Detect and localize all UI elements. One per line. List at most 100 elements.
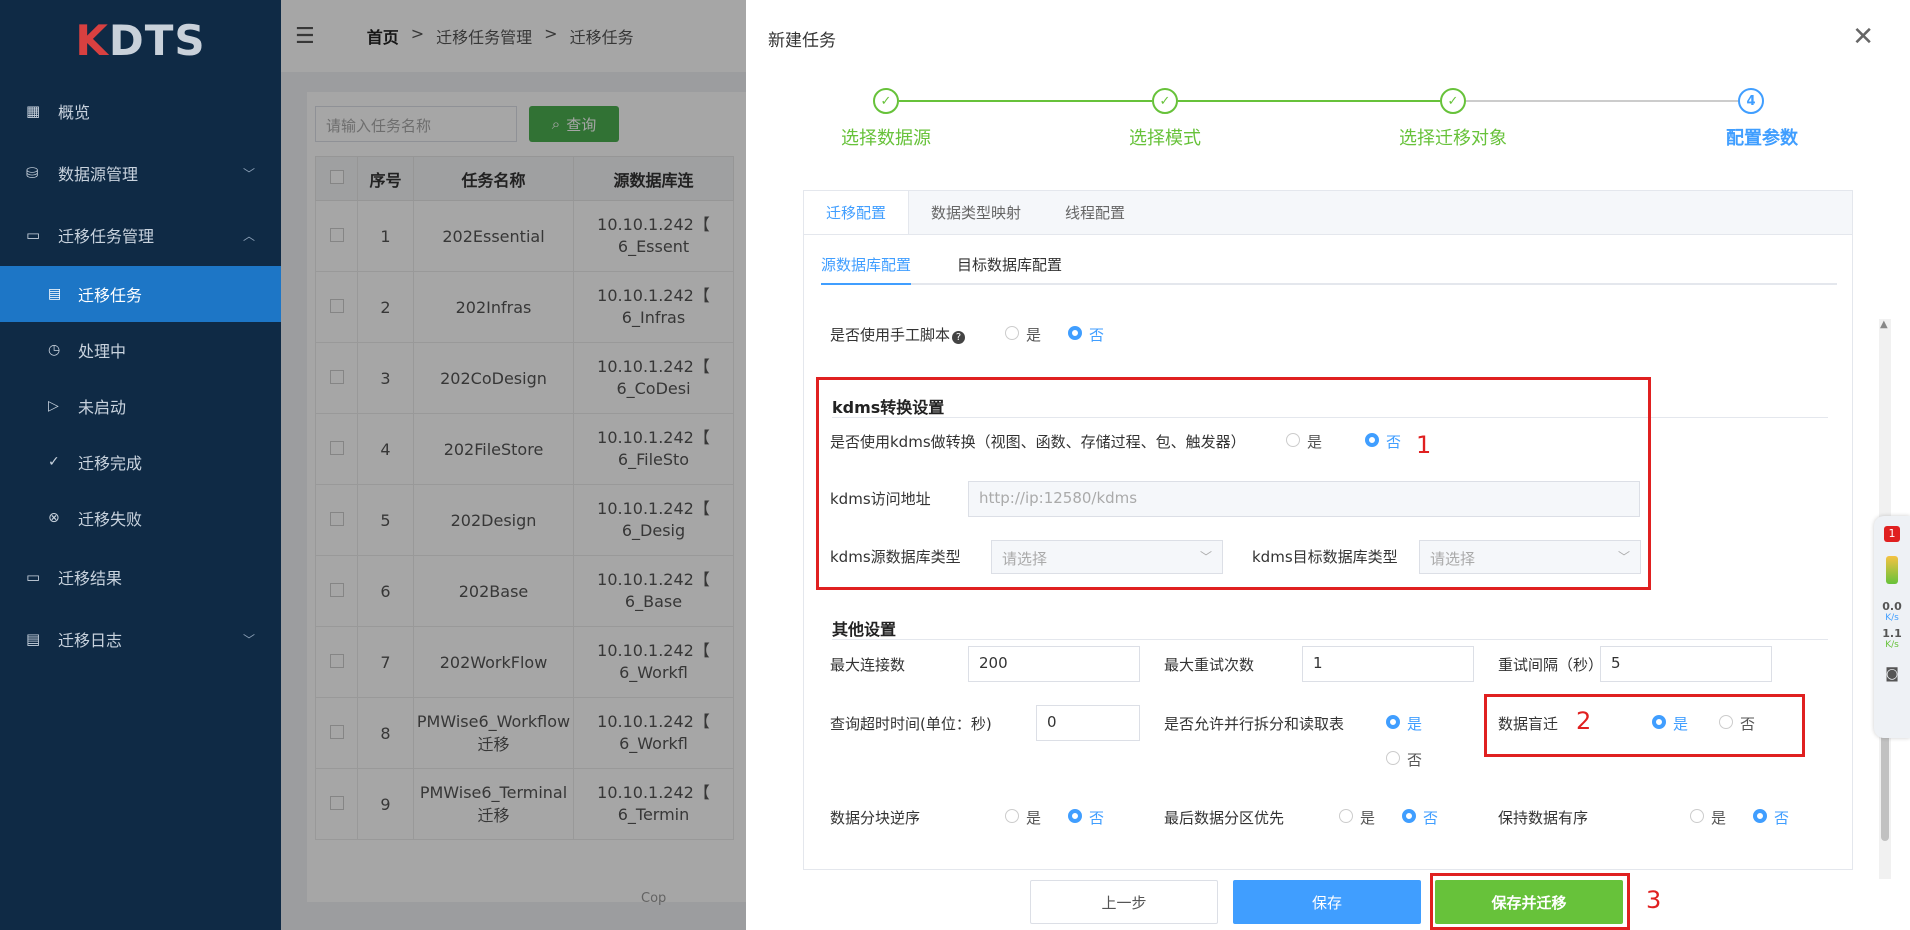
download-speed: 1.1 bbox=[1882, 627, 1902, 640]
parallel-label: 是否允许并行拆分和读取表 bbox=[1164, 715, 1345, 733]
radio-label: 否 bbox=[1407, 751, 1423, 769]
radio-label: 否 bbox=[1774, 809, 1790, 827]
gauge-icon bbox=[1886, 556, 1898, 584]
sidebar-item-task-mgmt[interactable]: ▭ 迁移任务管理 ︿ bbox=[0, 204, 281, 266]
check-icon: ✓ bbox=[873, 88, 899, 114]
max-conn-input[interactable]: 200 bbox=[968, 646, 1140, 682]
sidebar-item-logs[interactable]: ▤ 迁移日志 ﹀ bbox=[0, 608, 281, 670]
drawer-footer: 上一步 保存 保存并迁移 3 bbox=[746, 872, 1910, 930]
annotation-box-1 bbox=[816, 377, 1651, 590]
chevron-down-icon: ﹀ bbox=[242, 632, 255, 647]
manual-script-label: 是否使用手工脚本? bbox=[830, 324, 966, 345]
config-tabs: 迁移配置 数据类型映射 线程配置 源数据库配置 目标数据库配置 ▲ 是否使用手工… bbox=[803, 190, 1891, 879]
help-icon[interactable]: ? bbox=[952, 331, 966, 344]
radio-label: 否 bbox=[1089, 809, 1105, 827]
step-line bbox=[1178, 100, 1440, 102]
annotation-number-3: 3 bbox=[1646, 886, 1662, 914]
annotation-number-1: 1 bbox=[1416, 431, 1432, 459]
tab-source-db-config[interactable]: 源数据库配置 bbox=[821, 253, 912, 285]
radio-label: 是 bbox=[1711, 809, 1727, 827]
book-icon: ▤ bbox=[48, 286, 62, 302]
folder-check-icon: ▭ bbox=[26, 568, 41, 586]
annotation-box-3 bbox=[1430, 873, 1630, 930]
sidebar-item-tasks[interactable]: ▤ 迁移任务 bbox=[0, 266, 281, 322]
reverse-yes-radio[interactable] bbox=[1005, 809, 1019, 823]
radio-label: 是 bbox=[1026, 809, 1042, 827]
manual-script-yes-radio[interactable] bbox=[1005, 326, 1019, 340]
divider bbox=[832, 639, 1828, 640]
last-partition-label: 最后数据分区优先 bbox=[1164, 809, 1285, 827]
keep-order-label: 保持数据有序 bbox=[1498, 809, 1589, 827]
play-icon: ▷ bbox=[48, 398, 59, 414]
step-label: 选择数据源 bbox=[841, 128, 931, 149]
grid-icon: ▦ bbox=[26, 102, 41, 120]
check-icon: ✓ bbox=[1440, 88, 1466, 114]
database-icon: ⛁ bbox=[26, 164, 39, 182]
chevron-up-icon: ︿ bbox=[242, 228, 255, 243]
floating-toolbar[interactable]: 1 0.0 K/s 1.1 K/s ◙ bbox=[1874, 516, 1910, 738]
other-section-title: 其他设置 bbox=[832, 620, 897, 639]
sidebar-item-results[interactable]: ▭ 迁移结果 bbox=[0, 546, 281, 608]
sidebar: K DTS ▦ 概览 ⛁ 数据源管理 ﹀ ▭ 迁移任务管理 ︿ ▤ 迁移任务 ◷ 处理中 ▷ 未启… bbox=[0, 0, 281, 930]
sidebar-item-overview[interactable]: ▦ 概览 bbox=[0, 80, 281, 142]
step-number: 4 bbox=[1738, 88, 1764, 114]
radio-label: 是 bbox=[1360, 809, 1376, 827]
scroll-up-icon[interactable]: ▲ bbox=[1880, 319, 1888, 330]
drawer-title: 新建任务 bbox=[768, 31, 836, 51]
step-line bbox=[1466, 100, 1738, 102]
tab-target-db-config[interactable]: 目标数据库配置 bbox=[957, 253, 1062, 283]
error-icon: ⊗ bbox=[48, 510, 60, 526]
sidebar-item-not-started[interactable]: ▷ 未启动 bbox=[0, 378, 281, 434]
sidebar-item-datasource[interactable]: ⛁ 数据源管理 ﹀ bbox=[0, 142, 281, 204]
logo: K DTS bbox=[75, 15, 206, 65]
sidebar-item-failed[interactable]: ⊗ 迁移失败 bbox=[0, 490, 281, 546]
speed-unit: K/s bbox=[1885, 613, 1899, 623]
timer-icon: ◷ bbox=[48, 342, 61, 358]
retry-interval-input[interactable]: 5 bbox=[1600, 646, 1772, 682]
tab-bar: 迁移配置 数据类型映射 线程配置 bbox=[804, 191, 1852, 235]
step-label: 配置参数 bbox=[1726, 128, 1798, 149]
radio-label: 是 bbox=[1026, 326, 1042, 344]
chevron-down-icon: ﹀ bbox=[242, 166, 255, 181]
max-retry-label: 最大重试次数 bbox=[1164, 656, 1255, 674]
sidebar-item-processing[interactable]: ◷ 处理中 bbox=[0, 322, 281, 378]
check-list-icon: ✓ bbox=[48, 454, 60, 470]
reverse-no-radio[interactable] bbox=[1068, 809, 1082, 823]
annotation-box-2 bbox=[1484, 694, 1805, 757]
max-retry-input[interactable]: 1 bbox=[1302, 646, 1474, 682]
step-label: 选择迁移对象 bbox=[1399, 128, 1507, 149]
step-line bbox=[899, 100, 1152, 102]
manual-script-no-radio[interactable] bbox=[1068, 326, 1082, 340]
save-button[interactable]: 保存 bbox=[1233, 880, 1421, 924]
prev-button[interactable]: 上一步 bbox=[1030, 880, 1218, 924]
check-icon: ✓ bbox=[1152, 88, 1178, 114]
document-icon: ▤ bbox=[26, 630, 41, 648]
tab-thread-config[interactable]: 线程配置 bbox=[1043, 191, 1147, 234]
shield-badge-icon[interactable]: 1 bbox=[1884, 526, 1900, 542]
annotation-number-2: 2 bbox=[1576, 707, 1592, 735]
parallel-yes-radio[interactable] bbox=[1386, 715, 1400, 729]
query-timeout-input[interactable]: 0 bbox=[1036, 705, 1140, 741]
radio-label: 是 bbox=[1407, 715, 1423, 733]
subtab-bar: 源数据库配置 目标数据库配置 bbox=[821, 253, 1837, 285]
query-timeout-label: 查询超时时间(单位：秒) bbox=[830, 715, 992, 733]
tab-migration-config[interactable]: 迁移配置 bbox=[804, 191, 910, 234]
folder-icon: ▭ bbox=[26, 226, 41, 244]
new-task-drawer: 新建任务 ✕ ✓ ✓ ✓ 4 选择数据源 选择模式 选择迁移对象 配置参数 迁移… bbox=[746, 0, 1910, 930]
close-icon[interactable]: ✕ bbox=[1852, 22, 1874, 52]
speed-unit: K/s bbox=[1885, 640, 1899, 650]
step-label: 选择模式 bbox=[1129, 128, 1201, 149]
keep-order-no-radio[interactable] bbox=[1753, 809, 1767, 823]
retry-interval-label: 重试间隔（秒） bbox=[1498, 656, 1604, 674]
radio-label: 否 bbox=[1089, 326, 1105, 344]
sidebar-item-completed[interactable]: ✓ 迁移完成 bbox=[0, 434, 281, 490]
parallel-no-radio[interactable] bbox=[1386, 751, 1400, 765]
tab-type-mapping[interactable]: 数据类型映射 bbox=[909, 191, 1043, 234]
steps: ✓ ✓ ✓ 4 选择数据源 选择模式 选择迁移对象 配置参数 bbox=[746, 88, 1910, 158]
max-conn-label: 最大连接数 bbox=[830, 656, 906, 674]
last-partition-no-radio[interactable] bbox=[1402, 809, 1416, 823]
keep-order-yes-radio[interactable] bbox=[1690, 809, 1704, 823]
camera-icon[interactable]: ◙ bbox=[1874, 666, 1910, 682]
last-partition-yes-radio[interactable] bbox=[1339, 809, 1353, 823]
reverse-label: 数据分块逆序 bbox=[830, 809, 921, 827]
